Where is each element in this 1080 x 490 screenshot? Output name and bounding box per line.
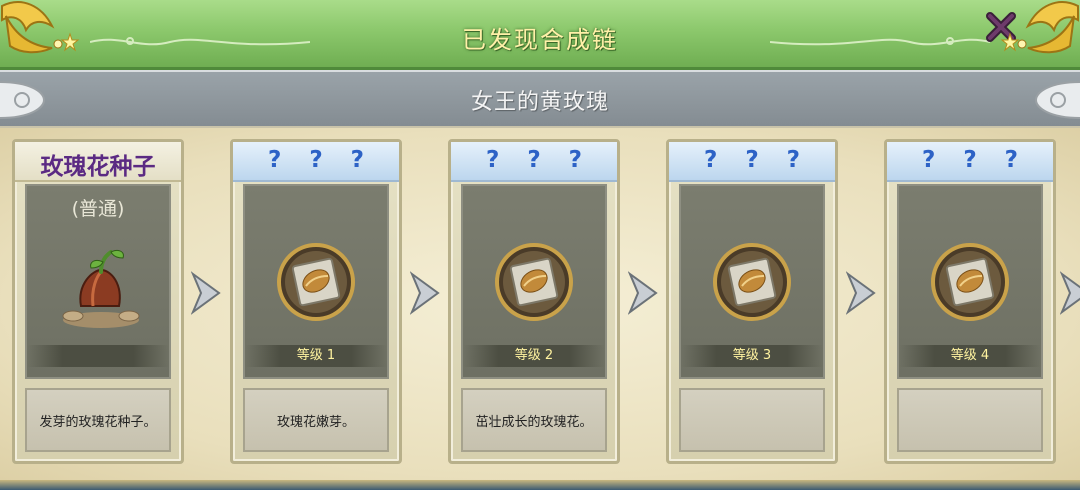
- item-name: ? ? ?: [485, 147, 593, 173]
- item-name: 玫瑰花种子: [40, 154, 156, 180]
- scroll-right-arrow-icon[interactable]: [1060, 270, 1080, 316]
- item-description: 玫瑰花嫩芽。: [243, 388, 389, 452]
- item-description: [897, 388, 1043, 452]
- item-level: 等级 1: [245, 345, 387, 367]
- item-art-panel: 等级 4: [897, 184, 1043, 379]
- chain-arrow-icon: [628, 271, 658, 315]
- chain-name-bar: 女王的黄玫瑰: [0, 70, 1080, 128]
- card-header: ? ? ?: [669, 142, 835, 182]
- item-level: 等级 3: [681, 345, 823, 367]
- item-name: ? ? ?: [703, 147, 811, 173]
- book-icon: [931, 243, 1009, 321]
- chain-item-card[interactable]: ? ? ? 等级 3: [666, 139, 838, 464]
- item-rarity: (普通): [71, 198, 125, 220]
- card-header: ? ? ?: [233, 142, 399, 182]
- card-header: ? ? ?: [887, 142, 1053, 182]
- item-level: 等级 2: [463, 345, 605, 367]
- window-title: 已发现合成链: [462, 26, 618, 54]
- item-level: [27, 345, 169, 367]
- card-header: ? ? ?: [451, 142, 617, 182]
- chain-name: 女王的黄玫瑰: [470, 90, 609, 115]
- item-art-panel: (普通): [25, 184, 171, 379]
- chain-arrow-icon: [846, 271, 876, 315]
- item-art-panel: 等级 2: [461, 184, 607, 379]
- seed-icon: [62, 249, 140, 328]
- card-header: 玫瑰花种子: [15, 142, 181, 182]
- chain-item-card[interactable]: ? ? ? 等级 1 玫瑰花嫩芽。: [230, 139, 402, 464]
- chain-item-card[interactable]: ? ? ? 等级 4: [884, 139, 1056, 464]
- item-art-panel: 等级 3: [679, 184, 825, 379]
- chain-arrow-icon: [191, 271, 221, 315]
- book-icon: [277, 243, 355, 321]
- item-description: [679, 388, 825, 452]
- item-name: ? ? ?: [921, 147, 1029, 173]
- item-name: ? ? ?: [267, 147, 375, 173]
- book-icon: [495, 243, 573, 321]
- merge-chain-panel: 玫瑰花种子 (普通) 发芽的玫瑰花种子。 ? ? ? 等级 1 玫瑰花嫩芽。 ?…: [0, 128, 1080, 480]
- title-bar: 已发现合成链: [0, 0, 1080, 70]
- chain-arrow-icon: [410, 271, 440, 315]
- bottom-border: [0, 480, 1080, 490]
- item-level: 等级 4: [899, 345, 1041, 367]
- item-description: 发芽的玫瑰花种子。: [25, 388, 171, 452]
- book-icon: [713, 243, 791, 321]
- chain-item-card[interactable]: 玫瑰花种子 (普通) 发芽的玫瑰花种子。: [12, 139, 184, 464]
- item-art-panel: 等级 1: [243, 184, 389, 379]
- gold-corner-ornament-icon: [1000, 1, 1079, 54]
- chain-item-card[interactable]: ? ? ? 等级 2 茁壮成长的玫瑰花。: [448, 139, 620, 464]
- scroll-ornament-icon: [1034, 81, 1080, 119]
- item-description: 茁壮成长的玫瑰花。: [461, 388, 607, 452]
